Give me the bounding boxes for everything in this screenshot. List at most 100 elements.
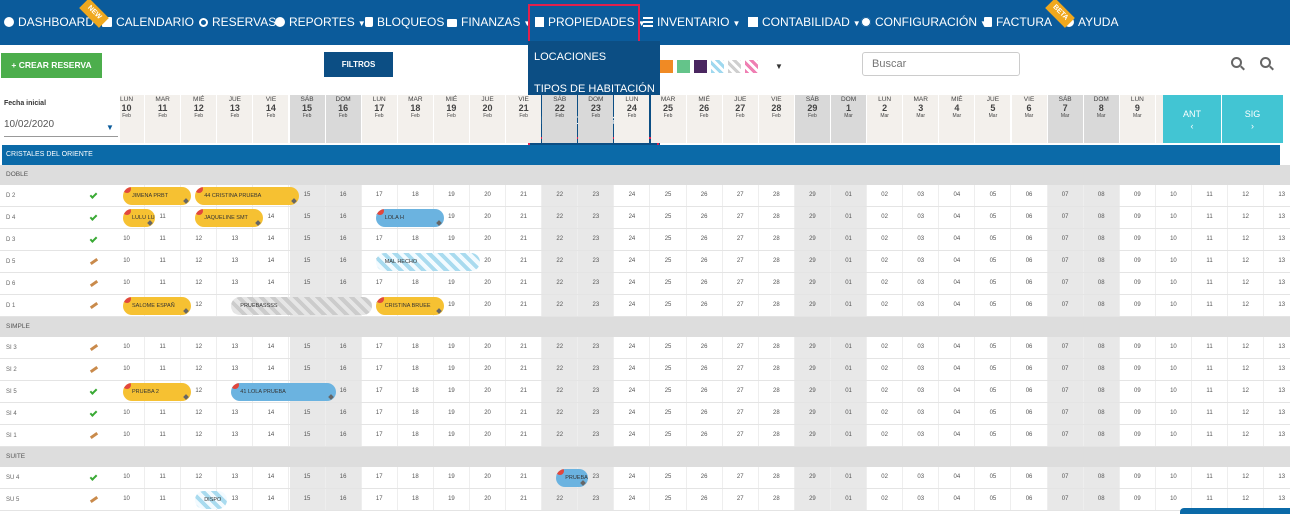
calendar-cell[interactable]: 01 <box>831 185 868 206</box>
calendar-cell[interactable]: 05 <box>975 489 1012 510</box>
calendar-cell[interactable]: 06 <box>1012 337 1048 358</box>
calendar-cell[interactable]: 04 <box>939 229 976 250</box>
calendar-cell[interactable]: 14 <box>253 251 290 272</box>
calendar-cell[interactable]: 16 <box>325 185 362 206</box>
calendar-cell[interactable]: 06 <box>1012 273 1048 294</box>
calendar-cell[interactable]: 12 <box>1228 467 1265 488</box>
calendar-cell[interactable]: 04 <box>939 185 976 206</box>
dropdown-item-0[interactable]: LOCACIONES <box>534 51 606 63</box>
calendar-cell[interactable]: 24 <box>614 467 651 488</box>
calendar-cell[interactable]: 25 <box>651 229 687 250</box>
calendar-cell[interactable]: 28 <box>759 273 795 294</box>
calendar-cell[interactable]: 10 <box>109 337 146 358</box>
calendar-cell[interactable]: 25 <box>651 381 687 402</box>
reservation-bar[interactable]: PRUEBA 2 <box>123 383 192 401</box>
calendar-cell[interactable]: 21 <box>506 273 543 294</box>
calendar-cell[interactable]: 16 <box>325 467 362 488</box>
calendar-cell[interactable]: 14 <box>253 273 290 294</box>
calendar-cell[interactable]: 17 <box>362 273 398 294</box>
create-reservation-button[interactable]: + CREAR RESERVA <box>1 53 102 78</box>
broom-icon[interactable] <box>89 257 99 266</box>
calendar-cell[interactable]: 13 <box>1264 229 1290 250</box>
calendar-cell[interactable]: 02 <box>867 273 904 294</box>
chevron-down-icon[interactable]: ▼ <box>106 123 114 132</box>
calendar-cell[interactable]: 03 <box>903 489 940 510</box>
calendar-cell[interactable]: 26 <box>687 251 723 272</box>
calendar-cell[interactable]: 28 <box>759 185 795 206</box>
calendar-cell[interactable]: 26 <box>687 229 723 250</box>
swatches-caret-icon[interactable]: ▼ <box>775 62 783 71</box>
calendar-cell[interactable]: 20 <box>470 229 507 250</box>
calendar-cell[interactable]: 11 <box>145 489 182 510</box>
calendar-cell[interactable]: 02 <box>867 403 904 424</box>
broom-icon[interactable] <box>89 431 99 440</box>
calendar-cell[interactable]: 12 <box>181 273 218 294</box>
calendar-cell[interactable]: 04 <box>939 425 976 446</box>
calendar-cell[interactable]: 16 <box>325 489 362 510</box>
calendar-cell[interactable]: 13 <box>1264 425 1290 446</box>
calendar-cell[interactable]: 11 <box>145 425 182 446</box>
calendar-cell[interactable]: 10 <box>109 403 146 424</box>
edit-icon[interactable] <box>327 394 334 400</box>
calendar-cell[interactable]: 21 <box>506 185 543 206</box>
calendar-cell[interactable]: 09 <box>1120 359 1156 380</box>
calendar-cell[interactable]: 12 <box>181 425 218 446</box>
calendar-cell[interactable]: 09 <box>1120 273 1156 294</box>
calendar-cell[interactable]: 17 <box>362 467 398 488</box>
color-swatch[interactable] <box>660 60 673 73</box>
calendar-cell[interactable]: 27 <box>723 251 759 272</box>
calendar-cell[interactable]: 12 <box>1228 229 1265 250</box>
calendar-cell[interactable]: 14 <box>253 359 290 380</box>
calendar-cell[interactable]: 11 <box>1192 381 1229 402</box>
calendar-cell[interactable]: 20 <box>470 403 507 424</box>
calendar-cell[interactable]: 24 <box>614 403 651 424</box>
zoom-in-icon[interactable] <box>1260 57 1271 68</box>
calendar-cell[interactable]: 10 <box>109 359 146 380</box>
calendar-cell[interactable]: 21 <box>506 403 543 424</box>
calendar-cell[interactable]: 06 <box>1012 425 1048 446</box>
calendar-cell[interactable]: 10 <box>109 489 146 510</box>
calendar-cell[interactable]: 06 <box>1012 359 1048 380</box>
calendar-cell[interactable]: 04 <box>939 295 976 316</box>
calendar-cell[interactable]: 11 <box>1192 467 1229 488</box>
nav-item-contabilidad[interactable]: CONTABILIDAD ▼ <box>748 0 861 45</box>
calendar-cell[interactable]: 12 <box>1228 359 1265 380</box>
calendar-cell[interactable]: 27 <box>723 467 759 488</box>
calendar-cell[interactable]: 18 <box>398 403 434 424</box>
check-icon[interactable] <box>89 191 98 199</box>
calendar-cell[interactable]: 15 <box>289 403 326 424</box>
calendar-cell[interactable]: 27 <box>723 403 759 424</box>
calendar-cell[interactable]: 04 <box>939 273 976 294</box>
calendar-cell[interactable]: 03 <box>903 381 940 402</box>
calendar-cell[interactable]: 09 <box>1120 229 1156 250</box>
calendar-cell[interactable]: 05 <box>975 273 1012 294</box>
calendar-cell[interactable]: 24 <box>614 489 651 510</box>
reservation-bar[interactable]: 41 LOLA PRUEBA <box>231 383 336 401</box>
calendar-cell[interactable]: 28 <box>759 295 795 316</box>
calendar-cell[interactable]: 24 <box>614 337 651 358</box>
calendar-cell[interactable]: 12 <box>1228 251 1265 272</box>
calendar-cell[interactable]: 12 <box>1228 489 1265 510</box>
calendar-cell[interactable]: 29 <box>794 489 831 510</box>
calendar-cell[interactable]: 27 <box>723 295 759 316</box>
calendar-cell[interactable]: 02 <box>867 185 904 206</box>
calendar-cell[interactable]: 23 <box>578 403 615 424</box>
calendar-cell[interactable]: 13 <box>217 467 254 488</box>
calendar-cell[interactable]: 14 <box>253 337 290 358</box>
dropdown-item-1[interactable]: TIPOS DE HABITACIÓN <box>534 83 655 95</box>
calendar-cell[interactable]: 01 <box>831 425 868 446</box>
calendar-cell[interactable]: 18 <box>398 489 434 510</box>
calendar-cell[interactable]: 06 <box>1012 207 1048 228</box>
calendar-cell[interactable]: 13 <box>1264 489 1290 510</box>
calendar-cell[interactable]: 02 <box>867 337 904 358</box>
calendar-cell[interactable]: 21 <box>506 425 543 446</box>
calendar-cell[interactable]: 09 <box>1120 489 1156 510</box>
calendar-cell[interactable]: 23 <box>578 185 615 206</box>
broom-icon[interactable] <box>89 301 99 310</box>
calendar-cell[interactable]: 23 <box>578 381 615 402</box>
calendar-cell[interactable]: 28 <box>759 489 795 510</box>
calendar-cell[interactable]: 25 <box>651 185 687 206</box>
color-swatch[interactable] <box>694 60 707 73</box>
calendar-cell[interactable]: 18 <box>398 359 434 380</box>
calendar-cell[interactable]: 19 <box>434 403 470 424</box>
